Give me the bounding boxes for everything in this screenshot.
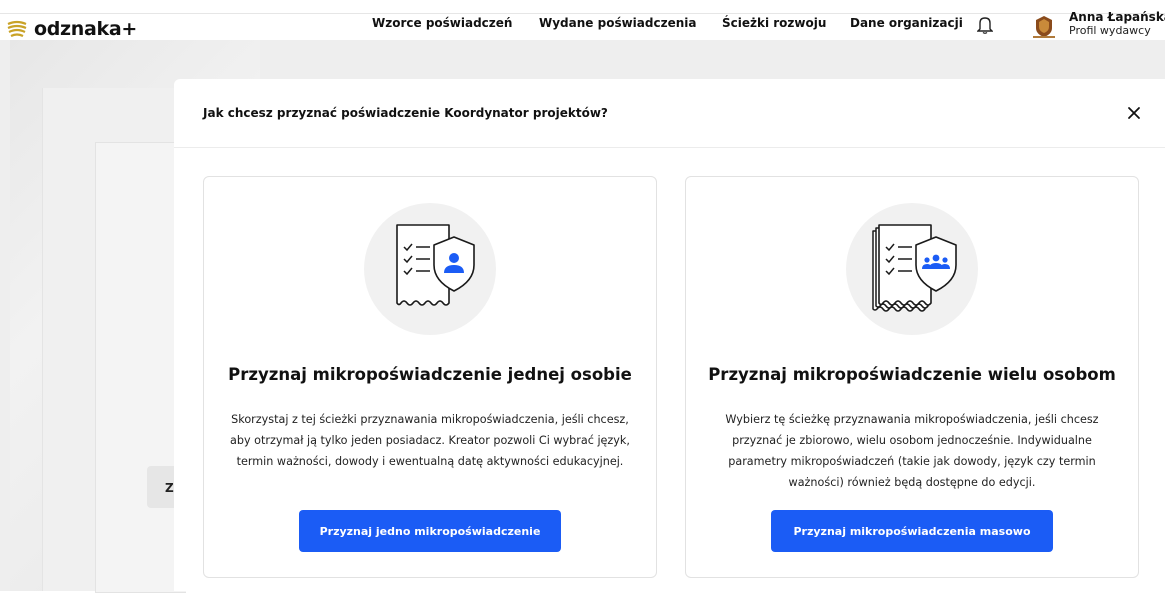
- option-card-single: Przyznaj mikropoświadczenie jednej osobi…: [203, 176, 657, 578]
- single-certificate-person-icon: [364, 203, 496, 335]
- top-navigation-bar: odznaka+ Wzorce poświadczeń Wydane poświ…: [0, 0, 1165, 40]
- background-button-label: Z: [165, 481, 174, 495]
- organization-avatar[interactable]: [1031, 14, 1057, 40]
- nav-item-development-paths[interactable]: Ścieżki rozwoju: [722, 16, 826, 30]
- modal-title: Jak chcesz przyznać poświadczenie Koordy…: [203, 106, 608, 120]
- award-bulk-button[interactable]: Przyznaj mikropoświadczenia masowo: [771, 510, 1053, 552]
- option-card-bulk: Przyznaj mikropoświadczenie wielu osobom…: [685, 176, 1139, 578]
- nav-item-organization-data[interactable]: Dane organizacji: [850, 16, 963, 30]
- app-logo[interactable]: odznaka+: [6, 17, 137, 41]
- notification-bell-icon[interactable]: [977, 16, 993, 34]
- award-credential-modal: Jak chcesz przyznać poświadczenie Koordy…: [174, 79, 1165, 591]
- user-role: Profil wydawcy: [1069, 24, 1151, 37]
- background-card: [95, 142, 186, 593]
- close-icon[interactable]: [1126, 105, 1142, 121]
- user-name[interactable]: Anna Łapańska: [1069, 10, 1165, 24]
- option-title-bulk: Przyznaj mikropoświadczenie wielu osobom: [708, 365, 1116, 384]
- topbar-divider: [0, 13, 1165, 14]
- award-single-button[interactable]: Przyznaj jedno mikropoświadczenie: [299, 510, 561, 552]
- nav-item-credential-templates[interactable]: Wzorce poświadczeń: [372, 16, 512, 30]
- multiple-certificates-group-icon: [846, 203, 978, 335]
- option-description-bulk: Wybierz tę ścieżkę przyznawania mikropoś…: [725, 413, 1099, 489]
- nav-item-issued-credentials[interactable]: Wydane poświadczenia: [539, 16, 696, 30]
- option-title-single: Przyznaj mikropoświadczenie jednej osobi…: [228, 365, 632, 384]
- logo-wheat-icon: [7, 20, 27, 38]
- option-description-single: Skorzystaj z tej ścieżki przyznawania mi…: [230, 413, 630, 468]
- modal-header: Jak chcesz przyznać poświadczenie Koordy…: [174, 79, 1165, 148]
- logo-text: odznaka+: [34, 18, 138, 40]
